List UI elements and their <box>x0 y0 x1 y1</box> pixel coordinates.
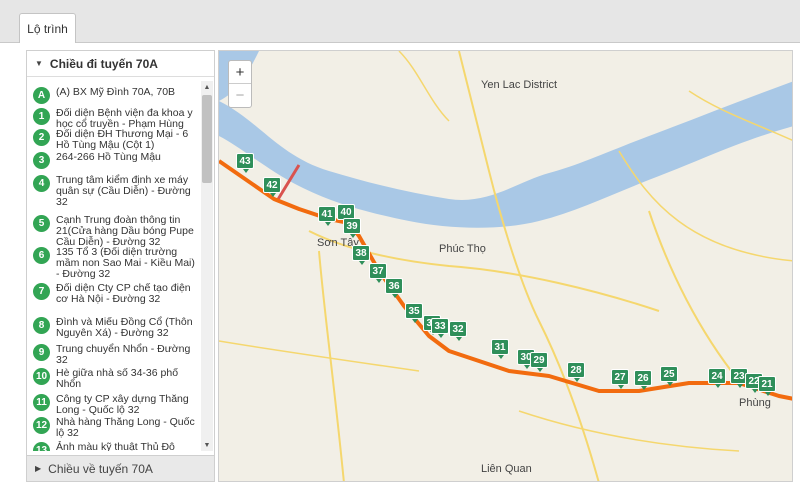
stop-number-badge: 5 <box>33 215 50 232</box>
bus-stop-marker[interactable]: 38 <box>352 245 370 265</box>
stop-number-badge: 12 <box>33 417 50 434</box>
stop-name: Đối diện Bệnh viện đa khoa y học cổ truy… <box>56 107 193 130</box>
stop-name: Đối diện ĐH Thương Mại - 6 Hồ Tùng Mậu (… <box>56 128 189 151</box>
stop-item[interactable]: 11 Công ty CP xây dựng Thăng Long - Quốc … <box>33 394 198 416</box>
stop-item[interactable]: 1 Đối diện Bệnh viện đa khoa y học cổ tru… <box>33 108 198 130</box>
bus-stop-marker[interactable]: 33 <box>431 318 449 338</box>
stop-name: Hè giữa nhà số 34-36 phố Nhổn <box>56 367 179 390</box>
stop-name: 135 Tổ 3 (Đối diện trường mầm non Sao Ma… <box>56 246 195 280</box>
stop-number-badge: 11 <box>33 394 50 411</box>
stop-name: Cạnh Trung đoàn thông tin 21(Cửa hàng Dầ… <box>56 214 194 248</box>
stop-number-badge: 2 <box>33 129 50 146</box>
stop-item[interactable]: 13 Ảnh màu kỹ thuật Thủ Đô (Phố Lai Xá) -… <box>33 442 198 451</box>
caret-right-icon: ▶ <box>35 464 42 473</box>
route-panel: ▼ Chiều đi tuyến 70A A (A) BX Mỹ Đình 70A… <box>26 50 215 482</box>
place-phuc-tho: Phúc Thọ <box>439 243 486 255</box>
stop-name: Trung chuyển Nhổn - Đường 32 <box>56 343 191 366</box>
zoom-out-button[interactable]: − <box>229 83 251 106</box>
outbound-title: Chiều đi tuyến 70A <box>49 56 158 71</box>
bus-stop-marker[interactable]: 26 <box>634 370 652 390</box>
stop-item[interactable]: 8 Đình và Miếu Đồng Cổ (Thôn Nguyên Xá) -… <box>33 317 198 339</box>
bus-stop-marker[interactable]: 36 <box>385 278 403 298</box>
tab-bar: Lộ trình <box>0 0 800 43</box>
stop-list[interactable]: A (A) BX Mỹ Đình 70A, 70B 1 Đối diện Bệnh v… <box>27 81 214 451</box>
stop-item[interactable]: 9 Trung chuyển Nhổn - Đường 32 <box>33 344 198 366</box>
stop-number-badge: 7 <box>33 283 50 300</box>
scroll-down-icon[interactable]: ▼ <box>201 439 213 451</box>
scrollbar[interactable]: ▲ ▼ <box>201 81 213 451</box>
stop-name: Ảnh màu kỹ thuật Thủ Đô (Phố Lai Xá) - Q… <box>56 441 175 452</box>
map-canvas <box>219 51 792 481</box>
stop-item[interactable]: 2 Đối diện ĐH Thương Mại - 6 Hồ Tùng Mậu … <box>33 129 198 151</box>
stop-number-badge: 13 <box>33 442 50 451</box>
return-accordion-header[interactable]: ▶ Chiều về tuyến 70A <box>27 455 214 481</box>
outbound-accordion-header[interactable]: ▼ Chiều đi tuyến 70A <box>27 51 214 77</box>
stop-item[interactable]: 5 Cạnh Trung đoàn thông tin 21(Cửa hàng D… <box>33 215 198 248</box>
stop-number-badge: 1 <box>33 108 50 125</box>
bus-stop-marker[interactable]: 31 <box>491 339 509 359</box>
tab-route[interactable]: Lộ trình <box>19 13 76 43</box>
bus-stop-marker[interactable]: 42 <box>263 177 281 197</box>
bus-stop-marker[interactable]: 41 <box>318 206 336 226</box>
stop-item[interactable]: 12 Nhà hàng Thăng Long - Quốc lộ 32 <box>33 417 198 439</box>
stop-number-badge: 4 <box>33 175 50 192</box>
stop-item[interactable]: 6 135 Tổ 3 (Đối diện trường mầm non Sao M… <box>33 247 198 280</box>
stop-item[interactable]: 3 264-266 Hồ Tùng Mậu <box>33 152 198 169</box>
place-phung: Phùng <box>739 397 771 409</box>
stop-number-badge: 10 <box>33 368 50 385</box>
bus-stop-marker[interactable]: 37 <box>369 263 387 283</box>
place-lien-quan: Liên Quan <box>481 463 532 475</box>
route-map[interactable]: + − Yen Lac District Sơn Tây Phúc Thọ Ph… <box>218 50 793 482</box>
return-title: Chiều về tuyến 70A <box>48 461 153 476</box>
stop-number-badge: A <box>33 87 50 104</box>
stop-item[interactable]: 7 Đối diện Cty CP chế tạo điện cơ Hà Nội … <box>33 283 198 305</box>
stop-item[interactable]: 4 Trung tâm kiểm định xe máy quân sự (Cầu… <box>33 175 198 208</box>
bus-stop-marker[interactable]: 27 <box>611 369 629 389</box>
stop-item[interactable]: 10 Hè giữa nhà số 34-36 phố Nhổn <box>33 368 198 390</box>
stop-name: (A) BX Mỹ Đình 70A, 70B <box>56 86 176 98</box>
bus-stop-marker[interactable]: 29 <box>530 352 548 372</box>
stop-item[interactable]: A (A) BX Mỹ Đình 70A, 70B <box>33 87 198 104</box>
stop-name: Đối diện Cty CP chế tạo điện cơ Hà Nội -… <box>56 282 191 305</box>
bus-stop-marker[interactable]: 35 <box>405 303 423 323</box>
stop-number-badge: 8 <box>33 317 50 334</box>
bus-stop-marker[interactable]: 43 <box>236 153 254 173</box>
stop-number-badge: 3 <box>33 152 50 169</box>
scrollbar-thumb[interactable] <box>202 95 212 183</box>
bus-stop-marker[interactable]: 28 <box>567 362 585 382</box>
stop-name: Đình và Miếu Đồng Cổ (Thôn Nguyên Xá) - … <box>56 316 193 339</box>
stop-name: 264-266 Hồ Tùng Mậu <box>56 151 161 163</box>
bus-stop-marker[interactable]: 24 <box>708 368 726 388</box>
bus-stop-marker[interactable]: 25 <box>660 366 678 386</box>
bus-stop-marker[interactable]: 39 <box>343 218 361 238</box>
stop-name: Trung tâm kiểm định xe máy quân sự (Cầu … <box>56 174 191 208</box>
bus-stop-marker[interactable]: 32 <box>449 321 467 341</box>
stop-name: Nhà hàng Thăng Long - Quốc lộ 32 <box>56 416 195 439</box>
stop-name: Công ty CP xây dựng Thăng Long - Quốc lộ… <box>56 393 189 416</box>
zoom-in-button[interactable]: + <box>229 61 251 83</box>
place-yen-lac: Yen Lac District <box>481 79 558 91</box>
zoom-control: + − <box>228 60 252 108</box>
stop-number-badge: 9 <box>33 344 50 361</box>
stop-number-badge: 6 <box>33 247 50 264</box>
bus-stop-marker[interactable]: 21 <box>758 376 776 396</box>
scroll-up-icon[interactable]: ▲ <box>201 81 213 93</box>
caret-down-icon: ▼ <box>35 59 43 68</box>
river <box>219 81 792 228</box>
